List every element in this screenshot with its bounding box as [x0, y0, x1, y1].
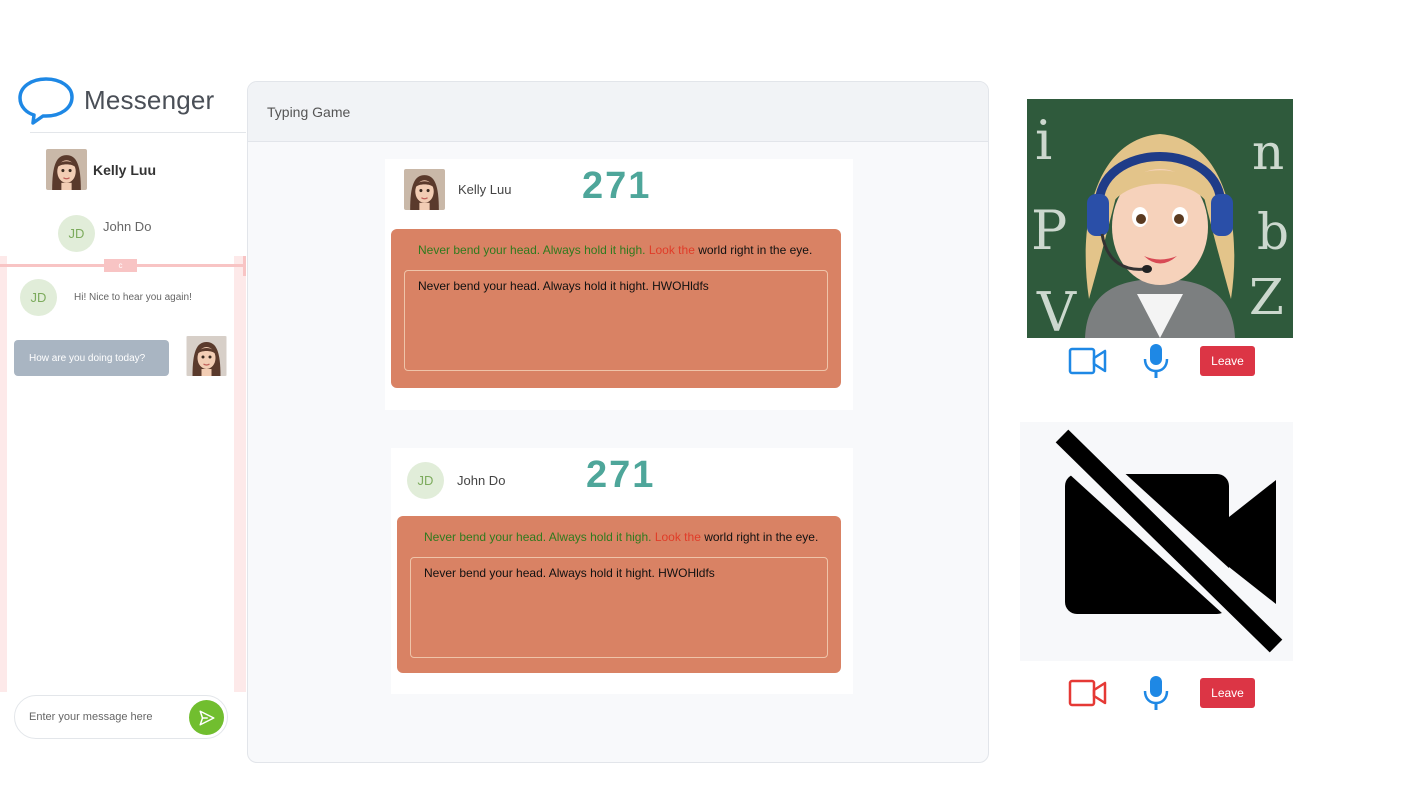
video-camera-icon: [1068, 347, 1107, 375]
message-composer: [14, 695, 228, 739]
player-name: Kelly Luu: [458, 182, 512, 197]
chat-resize-frame: c: [0, 256, 246, 692]
typing-input[interactable]: Never bend your head. Always hold it hig…: [404, 270, 828, 371]
player-name: John Do: [457, 473, 506, 488]
video-controls-remote: Leave: [1067, 675, 1255, 711]
target-correct-segment: Never bend your head. Always hold it hig…: [418, 243, 646, 257]
video-camera-icon: [1068, 679, 1107, 707]
player-score: 271: [582, 165, 652, 207]
microphone-toggle-button[interactable]: [1141, 343, 1171, 379]
video-controls-self: Leave: [1067, 343, 1255, 379]
target-remaining-segment: world right in the eye.: [698, 243, 813, 257]
target-sentence: Never bend your head. Always hold it hig…: [418, 243, 812, 257]
message-text: How are you doing today?: [29, 352, 146, 364]
video-feed-self: i n P b V Z: [1027, 99, 1293, 338]
kelly-avatar-icon: [186, 336, 227, 376]
svg-text:i: i: [1035, 109, 1052, 172]
avatar: JD: [407, 462, 444, 499]
avatar: [46, 149, 87, 190]
send-icon: [199, 710, 214, 725]
frame-right-rail: [234, 256, 246, 692]
typing-box: Never bend your head. Always hold it hig…: [397, 516, 841, 673]
typing-game-card: Typing Game Kelly Luu 271 Never bend you…: [247, 81, 989, 763]
message-outgoing: How are you doing today?: [14, 340, 169, 376]
chat-bubble-logo-icon: [18, 77, 74, 125]
player-panel-john: JD John Do 271 Never bend your head. Alw…: [391, 448, 853, 694]
player-header: JD John Do: [407, 462, 505, 499]
message-input[interactable]: [29, 711, 189, 723]
kelly-avatar-icon: [404, 169, 445, 210]
frame-left-rail: [0, 256, 7, 692]
avatar: [186, 336, 227, 376]
camera-toggle-button[interactable]: [1067, 675, 1109, 711]
microphone-toggle-button[interactable]: [1141, 675, 1171, 711]
target-sentence: Never bend your head. Always hold it hig…: [424, 530, 818, 544]
contact-name: Kelly Luu: [93, 161, 157, 178]
contact-john-do[interactable]: JD John Do: [58, 215, 151, 252]
contact-name: John Do: [103, 219, 152, 234]
typing-input[interactable]: Never bend your head. Always hold it hig…: [410, 557, 828, 658]
player-score: 271: [586, 454, 656, 496]
contact-kelly-luu[interactable]: Kelly Luu: [46, 149, 156, 190]
avatar: JD: [58, 215, 95, 252]
target-error-segment: Look the: [648, 243, 695, 257]
svg-text:b: b: [1257, 203, 1289, 261]
microphone-icon: [1143, 344, 1169, 378]
camera-toggle-button[interactable]: [1067, 343, 1109, 379]
target-correct-segment: Never bend your head. Always hold it hig…: [424, 530, 652, 544]
message-text: Hi! Nice to hear you again!: [74, 292, 192, 303]
avatar: [404, 169, 445, 210]
resize-handle[interactable]: c: [104, 259, 137, 272]
app-title: Messenger: [84, 84, 215, 115]
frame-corner-tick: [243, 256, 246, 276]
video-feed-remote: [1020, 422, 1295, 661]
game-header: Typing Game: [248, 82, 988, 142]
leave-button[interactable]: Leave: [1200, 678, 1255, 708]
player-panel-kelly: Kelly Luu 271 Never bend your head. Alwa…: [385, 159, 853, 410]
send-button[interactable]: [189, 700, 224, 735]
target-remaining-segment: world right in the eye.: [704, 530, 819, 544]
leave-button[interactable]: Leave: [1200, 346, 1255, 376]
player-header: Kelly Luu: [404, 169, 511, 210]
typing-box: Never bend your head. Always hold it hig…: [391, 229, 841, 388]
svg-text:n: n: [1252, 123, 1284, 181]
message-incoming: JD Hi! Nice to hear you again!: [20, 279, 192, 316]
svg-text:Z: Z: [1249, 268, 1284, 326]
svg-text:P: P: [1031, 199, 1067, 262]
messenger-logo: Messenger: [16, 75, 236, 125]
avatar: JD: [20, 279, 57, 316]
game-title: Typing Game: [267, 103, 351, 120]
target-error-segment: Look the: [654, 530, 701, 544]
teacher-headset-video-icon: i n P b V Z: [1027, 99, 1293, 338]
microphone-icon: [1143, 676, 1169, 710]
kelly-avatar-icon: [46, 149, 87, 190]
logo-divider: [30, 132, 246, 133]
video-off-icon: [1047, 425, 1295, 657]
svg-text:V: V: [1036, 281, 1077, 338]
